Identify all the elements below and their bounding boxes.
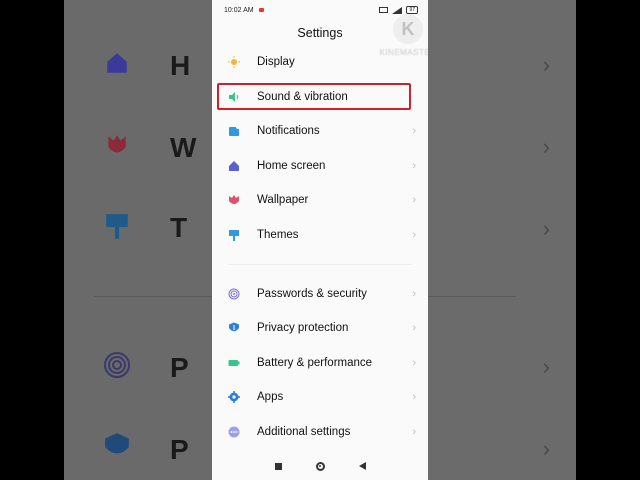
chevron-right-icon: ›	[542, 436, 550, 461]
tulip-icon	[228, 194, 240, 206]
settings-item-label: Themes	[257, 229, 299, 241]
fingerprint-icon	[228, 288, 240, 300]
signal-icon	[392, 6, 403, 14]
chevron-right-icon: ›	[412, 229, 416, 241]
phone-screen: 10:02 AM 97 Settings K KINEMASTER Displa…	[212, 0, 428, 480]
settings-item-passwords-security[interactable]: Passwords & security ›	[212, 277, 428, 311]
recent-apps-button[interactable]	[274, 462, 282, 470]
chevron-right-icon: ›	[412, 194, 416, 206]
home-button[interactable]	[315, 461, 325, 471]
settings-item-additional-settings[interactable]: Additional settings ›	[212, 415, 428, 449]
background-blur-right: › › › › ›	[428, 0, 576, 480]
background-blur-left: H W T P P	[64, 0, 212, 480]
section-divider	[228, 264, 412, 265]
chevron-right-icon: ›	[412, 391, 416, 403]
notification-icon	[228, 125, 240, 137]
settings-item-privacy-protection[interactable]: Privacy protection ›	[212, 311, 428, 345]
settings-item-battery-performance[interactable]: Battery & performance ›	[212, 346, 428, 380]
gear-icon	[228, 391, 240, 403]
settings-item-home-screen[interactable]: Home screen ›	[212, 149, 428, 183]
divider	[428, 296, 516, 297]
battery-icon	[228, 357, 240, 369]
settings-item-notifications[interactable]: Notifications ›	[212, 114, 428, 148]
fingerprint-icon	[104, 352, 130, 378]
chevron-right-icon: ›	[412, 125, 416, 137]
ghost-letter: P	[170, 434, 189, 465]
status-time: 10:02 AM	[224, 6, 254, 14]
highlight-box	[217, 83, 411, 110]
settings-item-label: Apps	[257, 391, 284, 403]
divider	[94, 296, 212, 297]
settings-item-label: Display	[257, 56, 295, 68]
settings-item-label: Home screen	[257, 160, 326, 172]
youtube-notification-icon	[258, 8, 264, 12]
home-icon	[107, 53, 127, 73]
kinemaster-logo: K	[393, 14, 423, 44]
paint-roller-icon	[106, 214, 128, 239]
shield-icon	[228, 322, 240, 334]
chevron-right-icon: ›	[412, 322, 416, 334]
chevron-right-icon: ›	[412, 160, 416, 172]
ghost-letter: P	[170, 352, 189, 383]
tulip-icon	[108, 135, 126, 153]
chevron-right-icon: ›	[412, 357, 416, 369]
ghost-letter: H	[170, 50, 191, 81]
chevron-right-icon: ›	[542, 52, 550, 77]
chevron-right-icon: ›	[542, 134, 550, 159]
settings-item-label: Notifications	[257, 125, 320, 137]
ghost-letter: T	[170, 212, 188, 243]
settings-item-display[interactable]: Display	[212, 45, 428, 79]
settings-item-label: Passwords & security	[257, 288, 367, 300]
ghost-letter: W	[170, 132, 197, 163]
chevron-right-icon: ›	[412, 426, 416, 438]
settings-item-label: Privacy protection	[257, 322, 349, 334]
settings-item-apps[interactable]: Apps ›	[212, 380, 428, 414]
settings-item-label: Battery & performance	[257, 357, 373, 369]
settings-item-themes[interactable]: Themes ›	[212, 218, 428, 252]
sim-icon	[379, 7, 389, 13]
navigation-bar	[212, 452, 428, 480]
chevron-right-icon: ›	[412, 288, 416, 300]
paint-roller-icon	[228, 229, 240, 241]
battery-indicator: 97	[406, 6, 418, 14]
chevron-right-icon: ›	[542, 354, 550, 379]
shield-icon	[105, 433, 129, 454]
more-icon	[228, 426, 240, 438]
settings-item-label: Wallpaper	[257, 194, 309, 206]
settings-item-wallpaper[interactable]: Wallpaper ›	[212, 183, 428, 217]
chevron-right-icon: ›	[542, 216, 550, 241]
settings-item-label: Additional settings	[257, 426, 351, 438]
back-button[interactable]	[358, 462, 366, 470]
sun-icon	[228, 56, 240, 68]
home-icon	[228, 160, 240, 172]
